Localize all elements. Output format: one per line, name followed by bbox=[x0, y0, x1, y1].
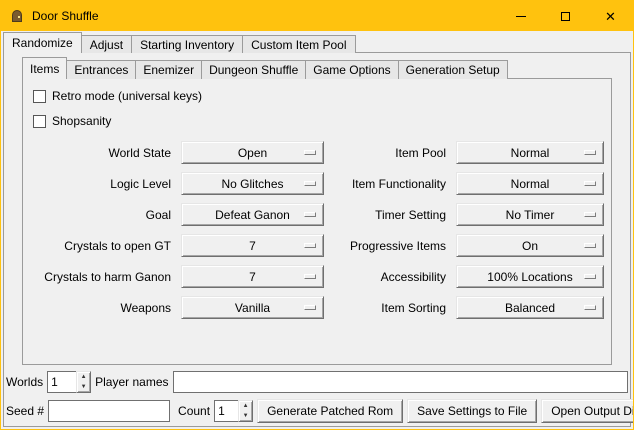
shopsanity-checkbox[interactable] bbox=[33, 115, 46, 128]
item-pool-dropdown[interactable]: Normal bbox=[456, 141, 604, 164]
dropdown-indicator-icon bbox=[584, 274, 596, 279]
dropdown-indicator-icon bbox=[304, 274, 316, 279]
window-title: Door Shuffle bbox=[32, 9, 99, 23]
worlds-input[interactable] bbox=[47, 371, 76, 393]
maximize-button[interactable] bbox=[543, 1, 588, 31]
subtab-enemizer[interactable]: Enemizer bbox=[136, 60, 202, 79]
dropdown-indicator-icon bbox=[584, 243, 596, 248]
accessibility-label: Accessibility bbox=[330, 270, 450, 284]
generate-rom-button[interactable]: Generate Patched Rom bbox=[257, 399, 403, 423]
worlds-spin-down-icon[interactable]: ▼ bbox=[77, 382, 90, 392]
item-functionality-label: Item Functionality bbox=[330, 177, 450, 191]
open-output-button[interactable]: Open Output Directory bbox=[541, 399, 634, 423]
items-pane: Retro mode (universal keys) Shopsanity W… bbox=[22, 78, 612, 365]
sub-tab-bar: Items Entrances Enemizer Dungeon Shuffle… bbox=[22, 57, 508, 79]
app-window: Door Shuffle ✕ Randomize Adjust Starting… bbox=[0, 0, 634, 430]
retro-mode-row: Retro mode (universal keys) bbox=[33, 88, 202, 104]
dropdown-indicator-icon bbox=[584, 305, 596, 310]
footer-row-seed: Seed # Count ▲ ▼ Generate Patched Rom Sa… bbox=[6, 398, 628, 424]
accessibility-dropdown[interactable]: 100% Locations bbox=[456, 265, 604, 288]
app-icon bbox=[9, 8, 25, 24]
count-spin-up-icon[interactable]: ▲ bbox=[239, 401, 252, 411]
worlds-label: Worlds bbox=[6, 375, 43, 389]
weapons-dropdown[interactable]: Vanilla bbox=[181, 296, 324, 319]
count-spinner: ▲ ▼ bbox=[214, 400, 253, 422]
tab-custom-item-pool[interactable]: Custom Item Pool bbox=[243, 35, 355, 53]
dropdown-indicator-icon bbox=[584, 212, 596, 217]
item-pool-label: Item Pool bbox=[330, 146, 450, 160]
retro-mode-label: Retro mode (universal keys) bbox=[52, 89, 202, 103]
logic-level-label: Logic Level bbox=[35, 177, 175, 191]
save-settings-button[interactable]: Save Settings to File bbox=[407, 399, 537, 423]
titlebar: Door Shuffle ✕ bbox=[1, 1, 633, 31]
close-button[interactable]: ✕ bbox=[588, 1, 633, 31]
crystals-harm-ganon-label: Crystals to harm Ganon bbox=[35, 270, 175, 284]
goal-label: Goal bbox=[35, 208, 175, 222]
crystals-open-gt-dropdown[interactable]: 7 bbox=[181, 234, 324, 257]
world-state-label: World State bbox=[35, 146, 175, 160]
caption-buttons: ✕ bbox=[498, 1, 633, 31]
item-sorting-dropdown[interactable]: Balanced bbox=[456, 296, 604, 319]
count-spin-down-icon[interactable]: ▼ bbox=[239, 411, 252, 421]
goal-dropdown[interactable]: Defeat Ganon bbox=[181, 203, 324, 226]
subtab-dungeon-shuffle[interactable]: Dungeon Shuffle bbox=[202, 60, 306, 79]
crystals-harm-ganon-dropdown[interactable]: 7 bbox=[181, 265, 324, 288]
item-sorting-label: Item Sorting bbox=[330, 301, 450, 315]
subtab-game-options[interactable]: Game Options bbox=[306, 60, 398, 79]
dropdown-indicator-icon bbox=[304, 305, 316, 310]
subtab-items[interactable]: Items bbox=[22, 57, 67, 79]
progressive-items-label: Progressive Items bbox=[330, 239, 450, 253]
shopsanity-label: Shopsanity bbox=[52, 114, 111, 128]
crystals-open-gt-label: Crystals to open GT bbox=[35, 239, 175, 253]
dropdown-indicator-icon bbox=[304, 243, 316, 248]
seed-label: Seed # bbox=[6, 404, 44, 418]
worlds-spinner: ▲ ▼ bbox=[47, 371, 91, 393]
retro-mode-checkbox[interactable] bbox=[33, 90, 46, 103]
timer-setting-dropdown[interactable]: No Timer bbox=[456, 203, 604, 226]
timer-setting-label: Timer Setting bbox=[330, 208, 450, 222]
worlds-spin-up-icon[interactable]: ▲ bbox=[77, 372, 90, 382]
shopsanity-row: Shopsanity bbox=[33, 113, 111, 129]
dropdown-indicator-icon bbox=[304, 212, 316, 217]
logic-level-dropdown[interactable]: No Glitches bbox=[181, 172, 324, 195]
count-input[interactable] bbox=[214, 400, 238, 422]
main-tab-bar: Randomize Adjust Starting Inventory Cust… bbox=[3, 32, 356, 53]
player-names-input[interactable] bbox=[173, 371, 629, 393]
progressive-items-dropdown[interactable]: On bbox=[456, 234, 604, 257]
subtab-generation-setup[interactable]: Generation Setup bbox=[399, 60, 508, 79]
player-names-label: Player names bbox=[95, 375, 168, 389]
maximize-icon bbox=[561, 12, 570, 21]
count-label: Count bbox=[178, 404, 210, 418]
minimize-icon bbox=[516, 16, 526, 17]
close-icon: ✕ bbox=[605, 10, 616, 23]
seed-input[interactable] bbox=[48, 400, 170, 422]
tab-randomize[interactable]: Randomize bbox=[3, 32, 82, 53]
dropdown-indicator-icon bbox=[304, 181, 316, 186]
subtab-entrances[interactable]: Entrances bbox=[67, 60, 136, 79]
world-state-dropdown[interactable]: Open bbox=[181, 141, 324, 164]
item-functionality-dropdown[interactable]: Normal bbox=[456, 172, 604, 195]
minimize-button[interactable] bbox=[498, 1, 543, 31]
tab-starting-inventory[interactable]: Starting Inventory bbox=[132, 35, 243, 53]
tab-adjust[interactable]: Adjust bbox=[82, 35, 132, 53]
weapons-label: Weapons bbox=[35, 301, 175, 315]
dropdown-indicator-icon bbox=[584, 181, 596, 186]
dropdown-indicator-icon bbox=[304, 150, 316, 155]
dropdown-indicator-icon bbox=[584, 150, 596, 155]
options-grid: World State Open Item Pool Normal Logic … bbox=[35, 141, 603, 319]
footer-row-worlds: Worlds ▲ ▼ Player names bbox=[6, 370, 628, 394]
